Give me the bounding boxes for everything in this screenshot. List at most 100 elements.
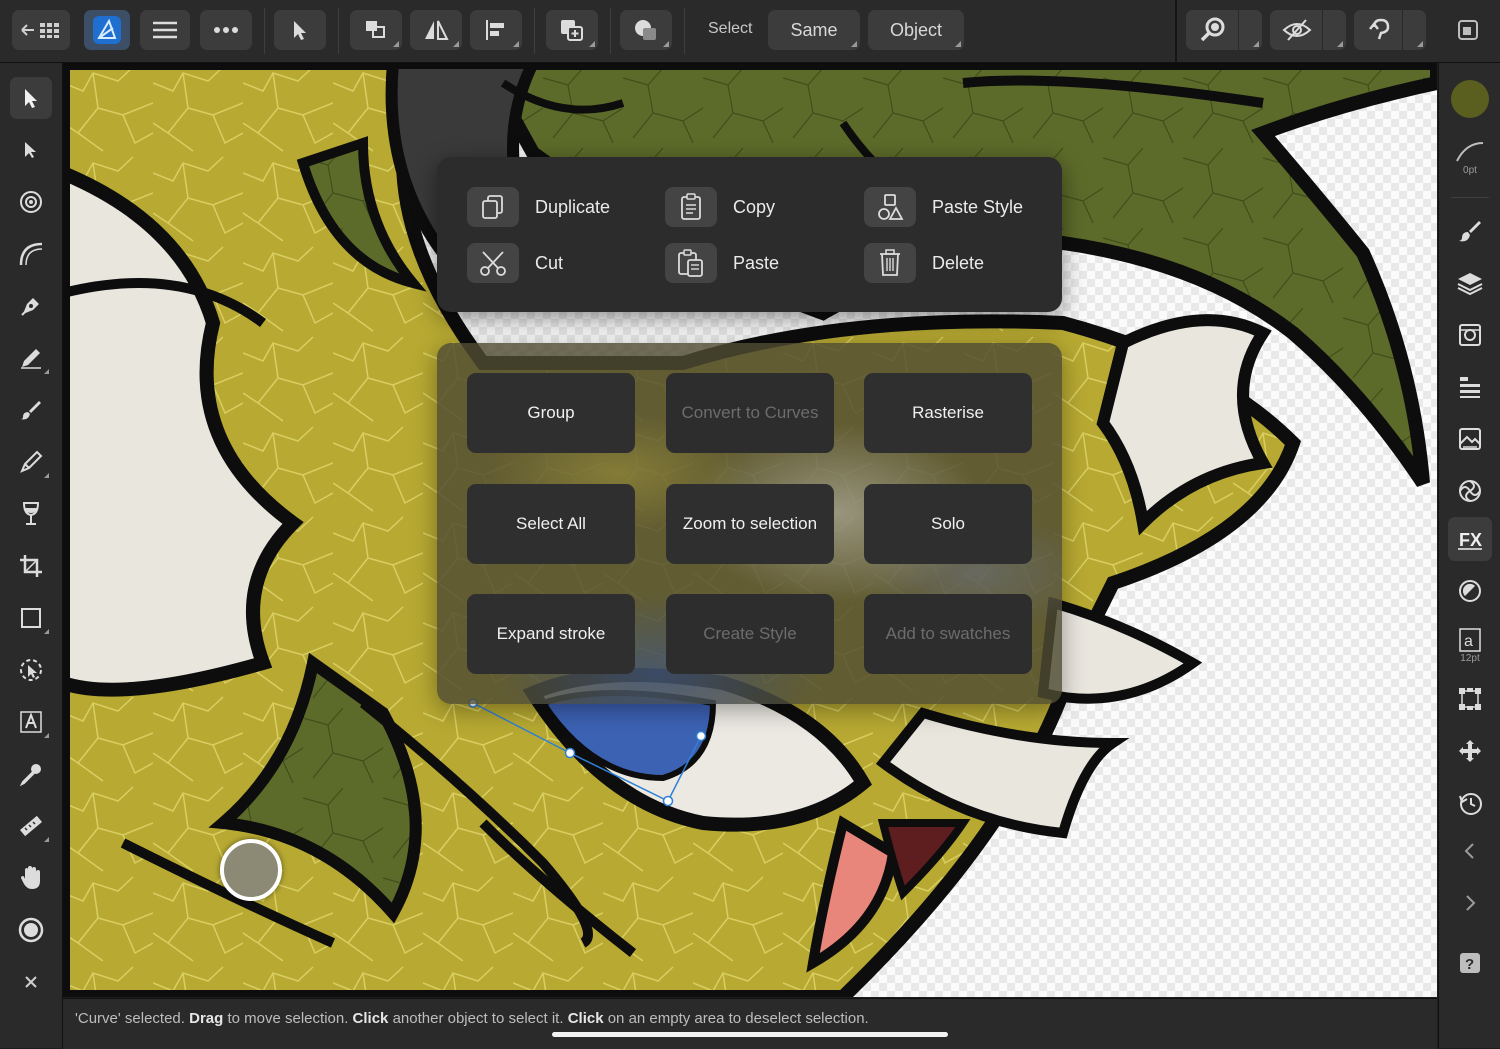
- brush-icon: [21, 401, 41, 420]
- expand-stroke-button[interactable]: Expand stroke: [467, 594, 635, 674]
- select-object-label: Object: [889, 19, 943, 40]
- adjustments-studio[interactable]: [1448, 569, 1492, 613]
- add-to-swatches-button[interactable]: Add to swatches: [864, 594, 1032, 674]
- move-tool[interactable]: [10, 77, 52, 119]
- hand-icon: [21, 866, 40, 889]
- convert-to-curves-button[interactable]: Convert to Curves: [666, 373, 834, 453]
- paste-menu-item[interactable]: Paste: [665, 241, 779, 285]
- zoom-button[interactable]: [1186, 10, 1262, 50]
- pencil-tool[interactable]: [10, 337, 52, 379]
- crop-icon: [20, 555, 42, 577]
- history-studio[interactable]: [1448, 781, 1492, 825]
- export-icon: [1458, 20, 1478, 40]
- corner-tool[interactable]: [10, 233, 52, 275]
- tools-panel: [0, 63, 63, 1048]
- crop-tool[interactable]: [10, 545, 52, 587]
- navigator-studio[interactable]: [1448, 729, 1492, 773]
- character-studio[interactable]: a 12pt: [1448, 621, 1492, 671]
- shape-builder-tool[interactable]: [10, 649, 52, 691]
- appearance-icon: [1459, 324, 1481, 346]
- color-well-tool[interactable]: [10, 909, 52, 951]
- menu-button[interactable]: [140, 10, 190, 50]
- quick-actions-panel: Group Convert to Curves Rasterise Select…: [437, 343, 1062, 704]
- transparency-tool[interactable]: [10, 493, 52, 535]
- brushes-studio[interactable]: [1448, 209, 1492, 253]
- node-tool[interactable]: [10, 129, 52, 171]
- magnifier-icon: [1200, 17, 1225, 42]
- flip-button[interactable]: [410, 10, 462, 50]
- effects-studio[interactable]: FX: [1448, 517, 1492, 561]
- status-hint: 'Curve' selected. Drag to move selection…: [75, 1010, 869, 1027]
- point-transform-tool[interactable]: [10, 181, 52, 223]
- layers-studio[interactable]: [1448, 261, 1492, 305]
- vector-brush-tool[interactable]: [10, 389, 52, 431]
- delete-label: Delete: [932, 252, 985, 273]
- solo-button[interactable]: Solo: [864, 484, 1032, 564]
- color-picker-tool[interactable]: [10, 753, 52, 795]
- gallery-back-button[interactable]: [12, 10, 70, 50]
- group-button[interactable]: Group: [467, 373, 635, 453]
- align-button[interactable]: [470, 10, 522, 50]
- fill-color-well[interactable]: [1448, 77, 1492, 121]
- zoom-to-selection-button[interactable]: Zoom to selection: [666, 484, 834, 564]
- create-style-button[interactable]: Create Style: [666, 594, 834, 674]
- insert-button[interactable]: [546, 10, 598, 50]
- copy-menu-item[interactable]: Copy: [665, 185, 775, 229]
- arrange-button[interactable]: [350, 10, 402, 50]
- shape-builder-icon: [20, 659, 42, 681]
- pen-tool[interactable]: [10, 285, 52, 327]
- brushes-icon: [1459, 221, 1481, 242]
- undo-button[interactable]: [1354, 10, 1426, 50]
- persona-button[interactable]: [84, 10, 130, 50]
- boolean-icon: [635, 20, 656, 40]
- cut-menu-item[interactable]: Cut: [467, 241, 563, 285]
- cut-label: Cut: [535, 252, 564, 273]
- fill-swatch-icon: [1451, 80, 1489, 118]
- select-same-button[interactable]: Same: [768, 10, 860, 50]
- target-icon: [20, 191, 42, 213]
- duplicate-menu-item[interactable]: Duplicate: [467, 185, 610, 229]
- help-icon: ?: [1460, 953, 1480, 973]
- paste-icon: [665, 243, 717, 283]
- stroke-width-control[interactable]: 0pt: [1448, 129, 1492, 187]
- measure-tool[interactable]: [10, 805, 52, 847]
- trash-icon: [864, 243, 916, 283]
- fill-tool[interactable]: [10, 441, 52, 483]
- collapse-left-button[interactable]: [1448, 829, 1492, 873]
- stock-studio[interactable]: [1448, 417, 1492, 461]
- paste-style-menu-item[interactable]: Paste Style: [864, 185, 1023, 229]
- boolean-ops-button[interactable]: [620, 10, 672, 50]
- node-arrow-icon: [25, 142, 36, 158]
- artistic-text-tool[interactable]: [10, 701, 52, 743]
- more-button[interactable]: [200, 10, 252, 50]
- select-all-button[interactable]: Select All: [467, 484, 635, 564]
- add-layer-icon: [561, 20, 583, 41]
- swirl-icon: [1459, 480, 1481, 502]
- svg-text:?: ?: [1465, 956, 1474, 973]
- chevron-right-icon: [1466, 895, 1476, 911]
- touch-modifier-button[interactable]: [220, 839, 282, 901]
- stroke-width-value: 0pt: [1463, 165, 1477, 176]
- transform-studio[interactable]: [1448, 677, 1492, 721]
- appearance-studio[interactable]: [1448, 313, 1492, 357]
- expand-right-button[interactable]: [1448, 881, 1492, 925]
- transparency-studio[interactable]: [1448, 469, 1492, 513]
- text-styles-studio[interactable]: [1448, 365, 1492, 409]
- home-indicator[interactable]: [552, 1032, 948, 1037]
- help-button[interactable]: ?: [1448, 941, 1492, 985]
- export-button[interactable]: [1448, 10, 1488, 50]
- color-circle-icon: [18, 917, 44, 943]
- move-tool-button[interactable]: [274, 10, 326, 50]
- delete-menu-item[interactable]: Delete: [864, 241, 984, 285]
- rectangle-icon: [21, 608, 41, 628]
- scissors-icon: [467, 243, 519, 283]
- view-mode-button[interactable]: [1270, 10, 1346, 50]
- view-tool[interactable]: [10, 857, 52, 899]
- studio-panel: 0pt FX a 12pt ?: [1438, 63, 1500, 1048]
- history-clock-icon: [1459, 793, 1482, 815]
- rectangle-tool[interactable]: [10, 597, 52, 639]
- select-object-button[interactable]: Object: [868, 10, 964, 50]
- close-tools-button[interactable]: [10, 961, 52, 1003]
- bounding-box-icon: [1459, 688, 1481, 710]
- rasterise-button[interactable]: Rasterise: [864, 373, 1032, 453]
